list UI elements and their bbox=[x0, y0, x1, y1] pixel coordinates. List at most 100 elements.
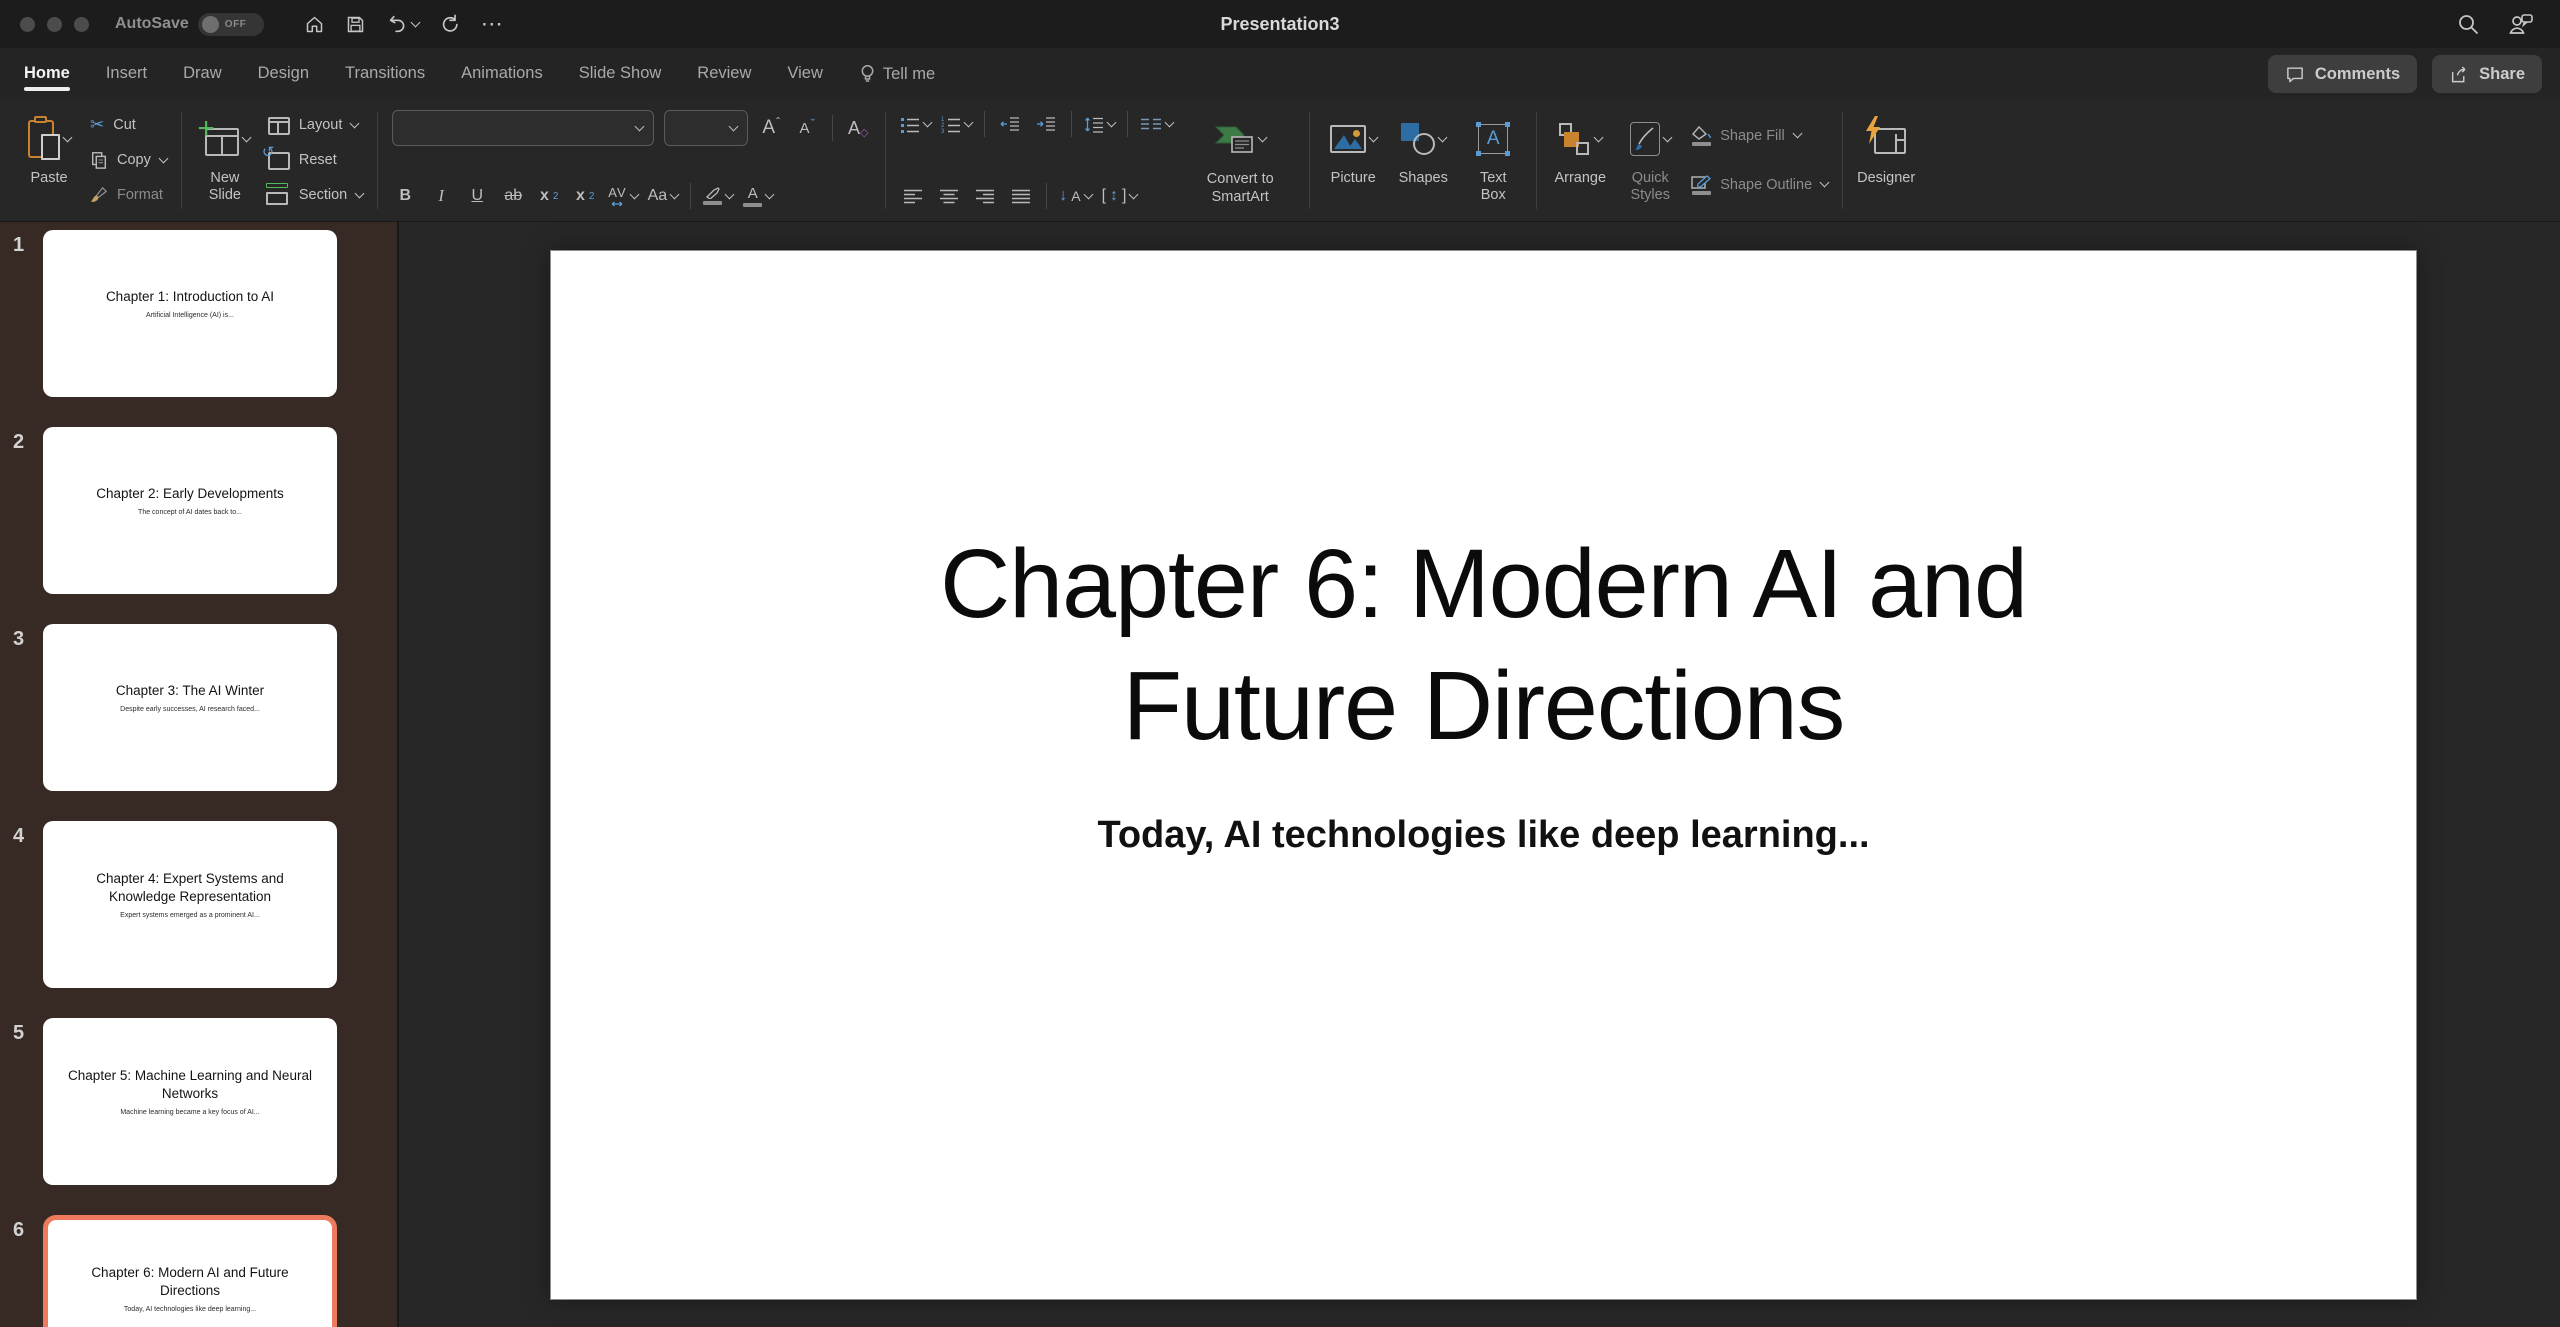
clear-formatting-button[interactable]: A ◇ bbox=[845, 114, 871, 142]
bold-button[interactable]: B bbox=[392, 182, 418, 210]
slide-thumbnail-5[interactable]: 5 Chapter 5: Machine Learning and Neural… bbox=[0, 1018, 397, 1185]
align-text-vertical-button[interactable]: [ ↕ ] bbox=[1102, 182, 1139, 210]
align-right-button[interactable] bbox=[972, 182, 998, 210]
cut-button[interactable]: ✂ Cut bbox=[90, 111, 167, 139]
font-size-select[interactable] bbox=[664, 110, 749, 146]
tab-draw[interactable]: Draw bbox=[183, 50, 222, 98]
line-spacing-button[interactable] bbox=[1084, 110, 1117, 138]
text-box-button[interactable]: A Text Box bbox=[1464, 108, 1522, 205]
format-painter-button[interactable]: Format bbox=[90, 181, 167, 209]
indent-icon bbox=[1037, 117, 1056, 131]
copy-button[interactable]: Copy bbox=[90, 146, 169, 174]
character-spacing-button[interactable]: AV bbox=[608, 182, 640, 210]
feedback-button[interactable] bbox=[2508, 12, 2534, 36]
tab-design[interactable]: Design bbox=[258, 50, 309, 98]
tab-animations[interactable]: Animations bbox=[461, 50, 543, 98]
tab-transitions[interactable]: Transitions bbox=[345, 50, 425, 98]
quick-styles-button[interactable]: Quick Styles bbox=[1621, 108, 1679, 205]
shapes-button[interactable]: Shapes bbox=[1394, 108, 1452, 187]
thumbnail-subtitle: The concept of AI dates back to... bbox=[138, 508, 242, 516]
bullets-button[interactable] bbox=[900, 110, 933, 138]
superscript-button[interactable]: x2 bbox=[536, 182, 562, 210]
document-title: Presentation3 bbox=[1220, 13, 1340, 34]
paragraph-group: 123 ↓ A [↕] Convert to SmartArt bbox=[892, 108, 1303, 213]
slide-thumbnail-card[interactable]: Chapter 3: The AI Winter Despite early s… bbox=[43, 624, 337, 791]
numbering-button[interactable]: 123 bbox=[941, 110, 974, 138]
decrease-font-size-button[interactable]: Aˇ bbox=[794, 114, 820, 142]
slide-thumbnail-card[interactable]: Chapter 2: Early Developments The concep… bbox=[43, 427, 337, 594]
new-slide-button[interactable]: + New Slide bbox=[196, 108, 254, 205]
text-direction-button[interactable]: ↓ A bbox=[1059, 182, 1094, 210]
font-name-select[interactable] bbox=[392, 110, 655, 146]
slide-thumbnail-6[interactable]: 6 Chapter 6: Modern AI and Future Direct… bbox=[0, 1215, 397, 1327]
comments-button[interactable]: Comments bbox=[2267, 55, 2418, 93]
picture-button[interactable]: Picture bbox=[1324, 108, 1382, 187]
slide-thumbnail-card[interactable]: Chapter 4: Expert Systems and Knowledge … bbox=[43, 821, 337, 988]
font-color-button[interactable]: A bbox=[743, 182, 775, 210]
minimize-window-button[interactable] bbox=[47, 16, 62, 32]
justify-button[interactable] bbox=[1008, 182, 1034, 210]
align-left-button[interactable] bbox=[900, 182, 926, 210]
convert-to-smartart-button[interactable]: Convert to SmartArt bbox=[1185, 108, 1295, 206]
tab-tell-me[interactable]: Tell me bbox=[859, 50, 935, 98]
decrease-indent-button[interactable] bbox=[997, 110, 1023, 138]
align-left-icon bbox=[904, 189, 923, 203]
caret-down-icon: ˇ bbox=[810, 115, 815, 131]
tab-home[interactable]: Home bbox=[24, 50, 70, 98]
tab-view[interactable]: View bbox=[787, 50, 822, 98]
picture-icon bbox=[1329, 125, 1366, 153]
slide-thumbnail-card-selected[interactable]: Chapter 6: Modern AI and Future Directio… bbox=[43, 1215, 337, 1327]
thumbnail-subtitle: Machine learning became a key focus of A… bbox=[120, 1108, 260, 1116]
strikethrough-button[interactable]: ab bbox=[500, 182, 526, 210]
outdent-icon bbox=[1000, 117, 1020, 131]
arrange-button[interactable]: Arrange bbox=[1551, 108, 1609, 187]
tab-insert[interactable]: Insert bbox=[106, 50, 147, 98]
align-center-icon bbox=[940, 189, 959, 203]
undo-button[interactable] bbox=[386, 13, 421, 35]
close-window-button[interactable] bbox=[20, 16, 35, 32]
search-button[interactable] bbox=[2456, 12, 2480, 36]
italic-button[interactable]: I bbox=[428, 182, 454, 210]
align-center-button[interactable] bbox=[936, 182, 962, 210]
autosave-toggle[interactable]: OFF bbox=[197, 12, 264, 36]
designer-button[interactable]: Designer bbox=[1857, 108, 1915, 187]
chevron-down-icon bbox=[634, 121, 645, 131]
home-quick-button[interactable] bbox=[304, 14, 325, 35]
autosave-control[interactable]: AutoSave OFF bbox=[115, 12, 264, 36]
slide-number: 2 bbox=[13, 431, 25, 453]
slide-thumbnail-card[interactable]: Chapter 1: Introduction to AI Artificial… bbox=[43, 230, 337, 397]
chevron-down-icon bbox=[724, 189, 735, 199]
increase-indent-button[interactable] bbox=[1033, 110, 1059, 138]
change-case-button[interactable]: Aa bbox=[648, 182, 680, 210]
ellipsis-icon: ⋯ bbox=[480, 11, 505, 36]
layout-button[interactable]: Layout bbox=[266, 111, 363, 139]
underline-button[interactable]: U bbox=[464, 182, 490, 210]
share-button[interactable]: Share bbox=[2432, 55, 2542, 93]
increase-font-size-button[interactable]: Aˆ bbox=[758, 114, 784, 142]
subscript-button[interactable]: x2 bbox=[572, 182, 598, 210]
save-button[interactable] bbox=[345, 14, 366, 35]
designer-group: Designer bbox=[1849, 108, 1923, 213]
thumbnail-title: Chapter 6: Modern AI and Future Directio… bbox=[91, 1265, 289, 1298]
slide-thumbnail-1[interactable]: 1 Chapter 1: Introduction to AI Artifici… bbox=[0, 230, 397, 397]
slide-thumbnail-card[interactable]: Chapter 5: Machine Learning and Neural N… bbox=[43, 1018, 337, 1185]
section-button[interactable]: Section bbox=[265, 181, 365, 209]
slide-subtitle-text[interactable]: Today, AI technologies like deep learnin… bbox=[551, 814, 2416, 857]
redo-button[interactable] bbox=[439, 13, 461, 35]
chevron-down-icon bbox=[1368, 132, 1379, 142]
shape-outline-button[interactable]: Shape Outline bbox=[1691, 171, 1830, 199]
columns-button[interactable] bbox=[1140, 110, 1175, 138]
current-slide[interactable]: Chapter 6: Modern AI and Future Directio… bbox=[550, 250, 2417, 1300]
highlight-color-button[interactable] bbox=[703, 182, 735, 210]
slide-thumbnail-3[interactable]: 3 Chapter 3: The AI Winter Despite early… bbox=[0, 624, 397, 791]
reset-button[interactable]: ↺ Reset bbox=[262, 145, 363, 174]
tab-slide-show[interactable]: Slide Show bbox=[579, 50, 662, 98]
zoom-window-button[interactable] bbox=[74, 16, 89, 32]
paste-button[interactable]: Paste bbox=[20, 108, 78, 187]
slide-thumbnail-2[interactable]: 2 Chapter 2: Early Developments The conc… bbox=[0, 427, 397, 594]
slide-title-text[interactable]: Chapter 6: Modern AI and Future Directio… bbox=[834, 523, 2134, 767]
tab-review[interactable]: Review bbox=[697, 50, 751, 98]
more-commands-button[interactable]: ⋯ bbox=[481, 13, 505, 35]
slide-thumbnail-4[interactable]: 4 Chapter 4: Expert Systems and Knowledg… bbox=[0, 821, 397, 988]
shape-fill-button[interactable]: Shape Fill bbox=[1691, 122, 1828, 150]
